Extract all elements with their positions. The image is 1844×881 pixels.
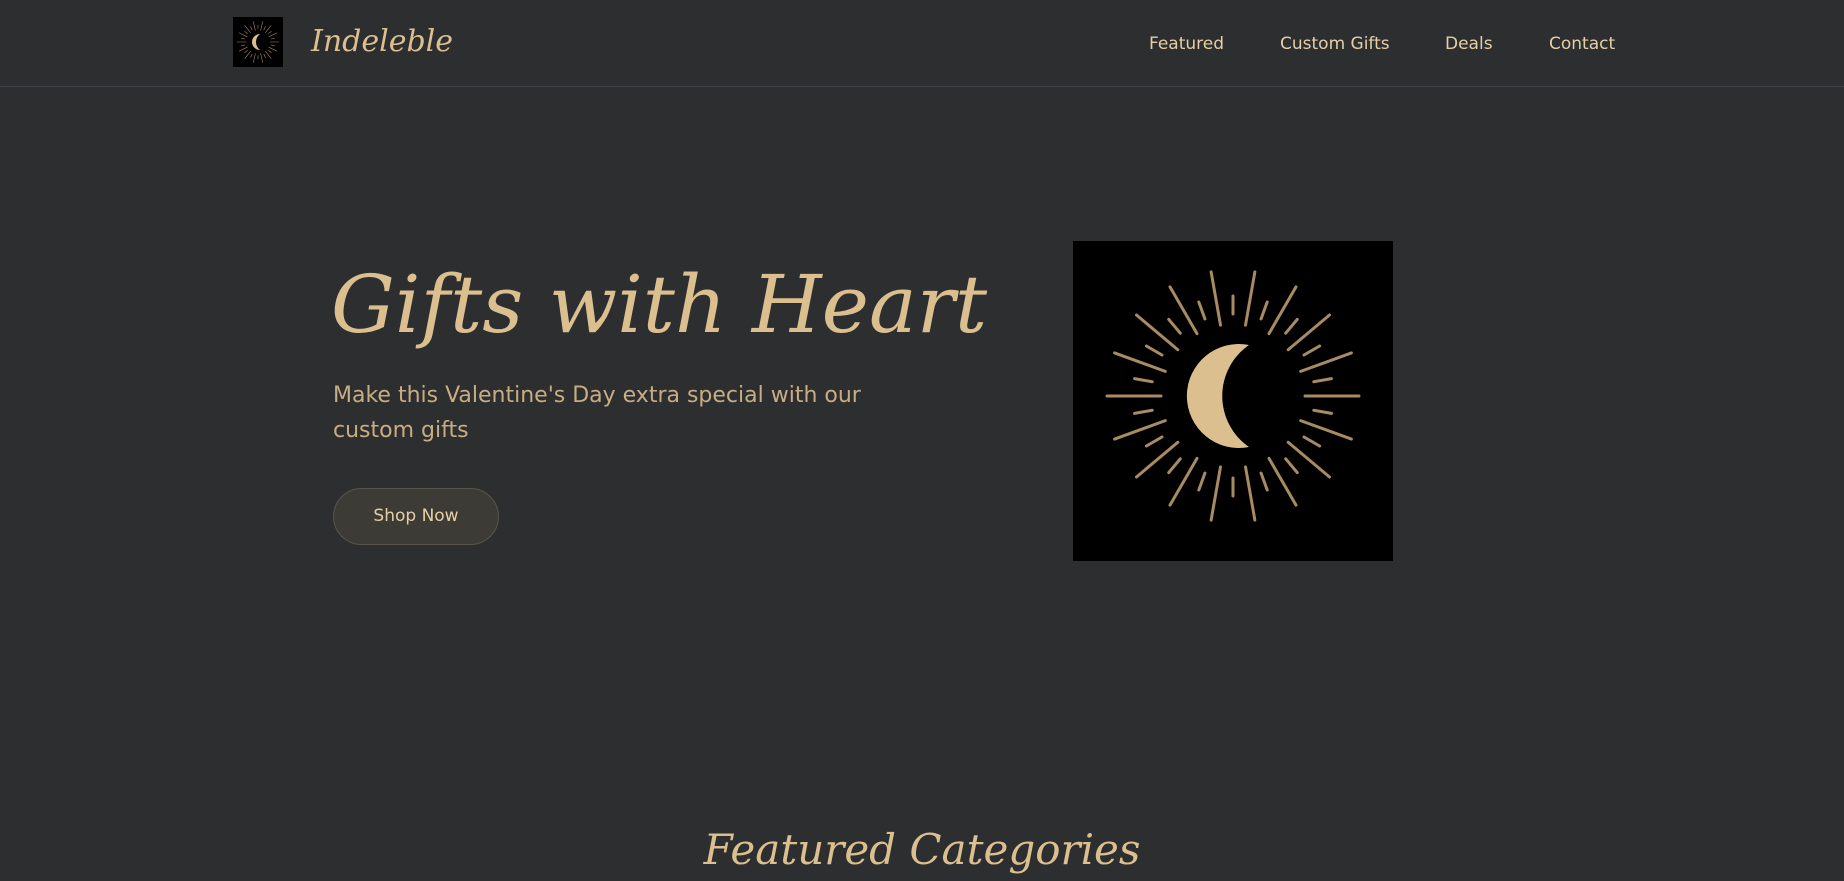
moon-sunburst-icon xyxy=(1105,270,1361,522)
hero-subtitle: Make this Valentine's Day extra special … xyxy=(333,383,861,443)
nav-contact[interactable]: Contact xyxy=(1549,30,1615,58)
hero-title: Gifts with Heart xyxy=(331,258,988,351)
nav-featured[interactable]: Featured xyxy=(1149,30,1224,58)
nav-deals[interactable]: Deals xyxy=(1445,30,1493,58)
main-nav: Featured Custom Gifts Deals Contact xyxy=(0,30,1844,60)
nav-custom-gifts[interactable]: Custom Gifts xyxy=(1280,30,1390,58)
hero-image xyxy=(1073,241,1393,561)
shop-now-button[interactable]: Shop Now xyxy=(333,488,499,545)
featured-categories-title: Featured Categories xyxy=(703,825,1141,874)
site-header: Indeleble Featured Custom Gifts Deals Co… xyxy=(0,0,1844,87)
